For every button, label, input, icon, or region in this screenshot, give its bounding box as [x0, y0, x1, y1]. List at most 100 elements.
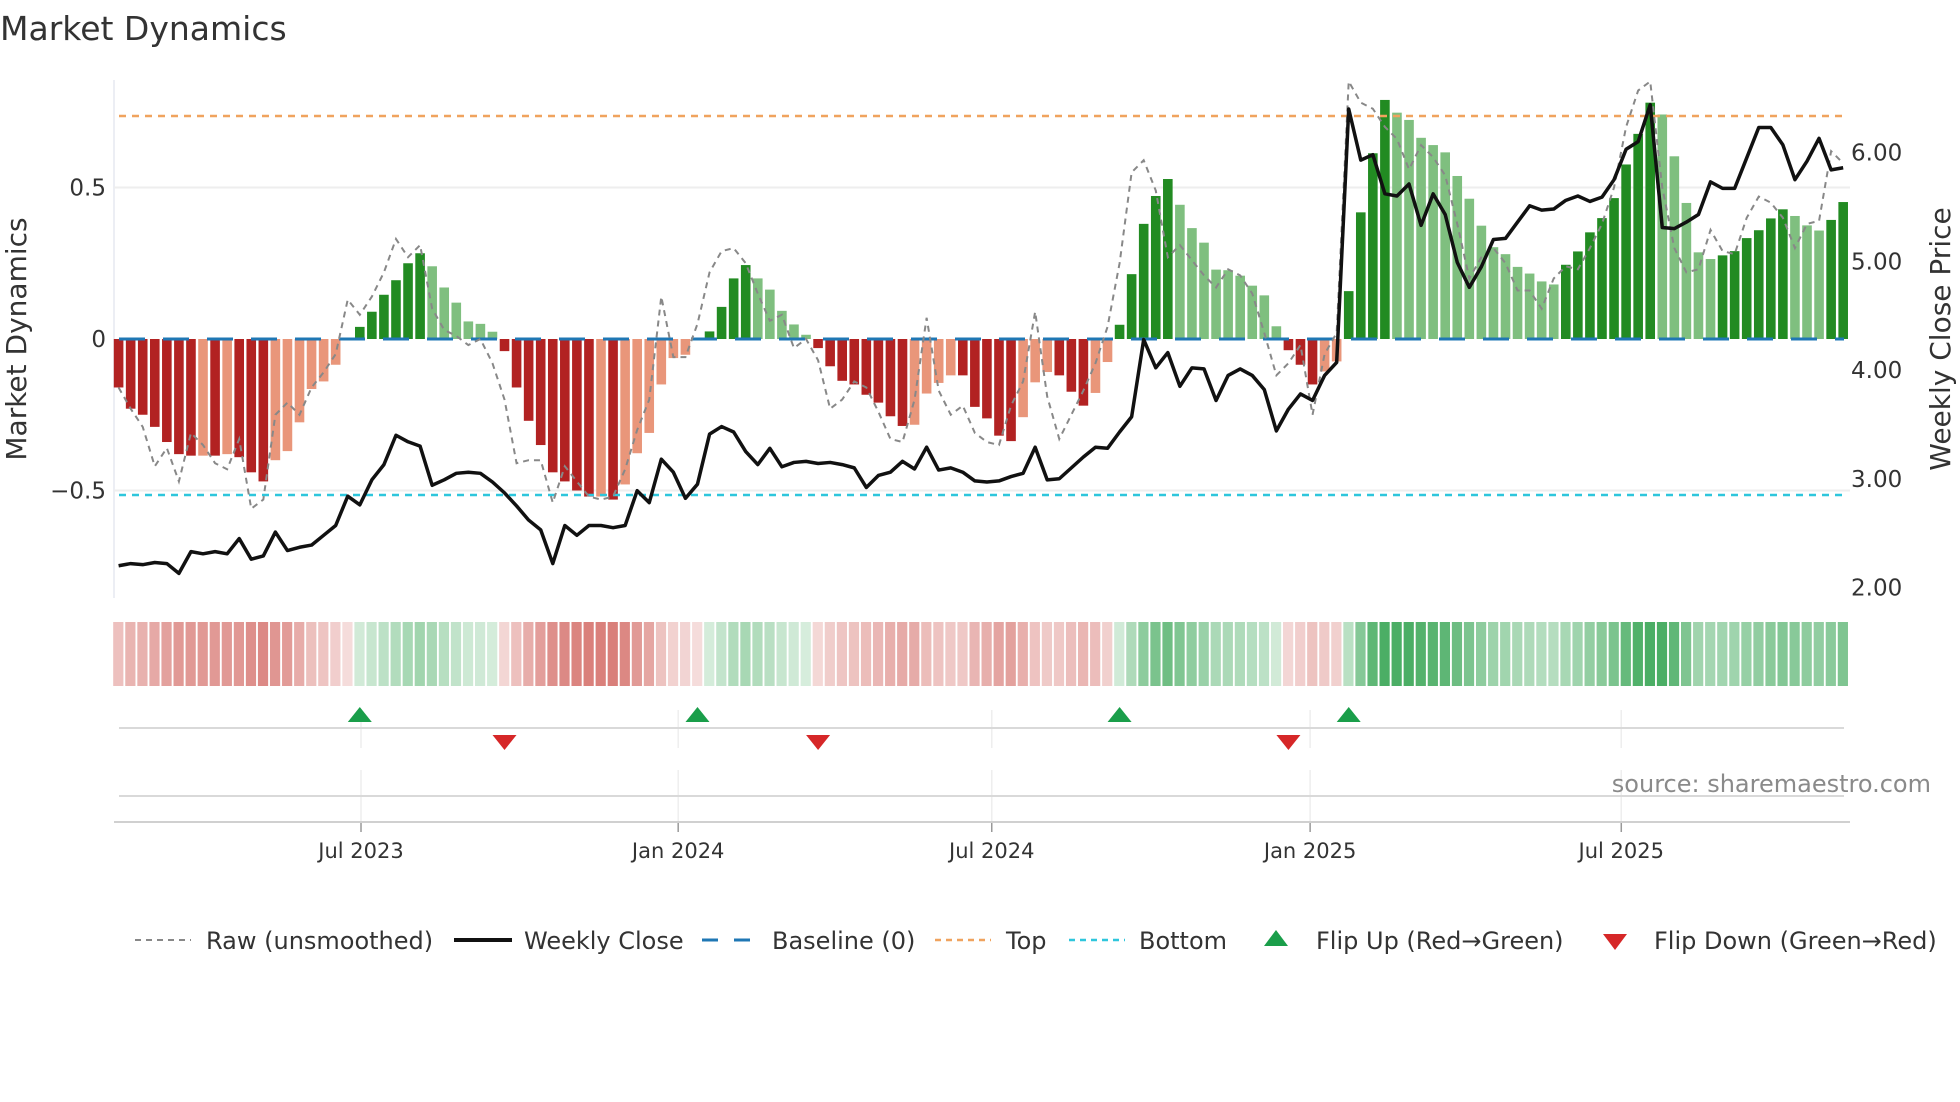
dynamics-bar	[427, 266, 437, 339]
dynamics-bar	[475, 323, 486, 339]
regime-cell	[1813, 622, 1824, 686]
regime-cell	[354, 622, 365, 686]
dynamics-bar	[511, 339, 522, 388]
dynamics-bar	[246, 339, 257, 473]
regime-cell	[583, 622, 594, 686]
regime-cell	[1246, 622, 1258, 686]
dynamics-bar	[644, 339, 655, 433]
dynamics-bar	[656, 339, 667, 385]
dynamics-bar	[186, 339, 196, 456]
dynamics-bar	[258, 339, 269, 482]
regime-cell	[1439, 622, 1450, 686]
dynamics-bar	[1561, 264, 1571, 339]
flip-up-marker	[685, 707, 710, 722]
regime-cell	[692, 622, 703, 686]
legend-close-label: Weekly Close	[524, 927, 684, 955]
dynamics-bar	[572, 339, 582, 491]
y-axis-title: Market Dynamics	[0, 217, 33, 460]
dynamics-bar	[885, 339, 896, 417]
regime-cell	[173, 622, 184, 686]
dynamics-bar	[1163, 179, 1173, 339]
regime-cell	[643, 622, 655, 686]
flip-down-marker	[492, 735, 517, 750]
legend: Raw (unsmoothed) Weekly Close Baseline (…	[135, 927, 1937, 955]
flip-up-marker	[1107, 707, 1132, 722]
y-axis-right: 6.00 5.00 4.00 3.00 2.00	[1851, 141, 1902, 602]
dynamics-bar	[1006, 339, 1016, 442]
regime-cell	[1620, 622, 1631, 686]
y-tick-label: −0.5	[50, 479, 106, 505]
regime-cell	[1126, 622, 1137, 686]
dynamics-bar	[499, 339, 510, 352]
regime-cell	[137, 622, 148, 686]
x-axis: Jul 2023 Jan 2024 Jul 2024 Jan 2025 Jul …	[316, 839, 1664, 863]
regime-cell	[1427, 622, 1438, 686]
x-tick-label: Jul 2024	[947, 839, 1034, 863]
x-tick-label: Jul 2025	[1577, 839, 1664, 863]
dynamics-bar	[1802, 225, 1812, 339]
dynamics-bar	[1826, 219, 1836, 339]
regime-cell	[245, 622, 257, 686]
dynamics-bar	[1102, 339, 1113, 363]
regime-cell	[438, 622, 450, 686]
dynamics-bar	[1259, 295, 1270, 339]
regime-cell	[233, 622, 244, 686]
dynamics-bar	[620, 339, 630, 485]
regime-cell	[1234, 622, 1245, 686]
regime-cell	[655, 622, 667, 686]
regime-cell	[378, 622, 389, 686]
flip-up-marker	[1336, 707, 1361, 722]
regime-cell	[1644, 622, 1656, 686]
regime-cell	[1210, 622, 1221, 686]
series-lines	[117, 77, 1844, 576]
dynamics-bar	[523, 339, 534, 421]
dynamics-bar	[1187, 228, 1197, 339]
dynamics-bar	[1524, 273, 1535, 339]
dynamics-bar	[837, 339, 847, 381]
legend-bottom-label: Bottom	[1139, 927, 1227, 955]
dynamics-bar	[1307, 339, 1318, 385]
legend-flip-up-icon	[1264, 930, 1288, 946]
dynamics-bar	[728, 278, 739, 339]
regime-cell	[209, 622, 220, 686]
regime-cell	[1078, 622, 1089, 686]
regime-cell	[330, 622, 341, 686]
dynamics-bar	[535, 339, 546, 446]
legend-top-label: Top	[1005, 927, 1047, 955]
legend-raw-label: Raw (unsmoothed)	[206, 927, 433, 955]
regime-cell	[1102, 622, 1113, 686]
regime-cell	[1017, 622, 1028, 686]
regime-cell	[969, 622, 980, 686]
regime-cell	[776, 622, 787, 686]
regime-cell	[487, 622, 498, 686]
regime-cell	[1825, 622, 1836, 686]
regime-cell	[1572, 622, 1583, 686]
y2-tick-label: 3.00	[1851, 467, 1902, 493]
dynamics-bar	[1380, 99, 1390, 339]
regime-cell	[511, 622, 522, 686]
regime-cell	[559, 622, 570, 686]
regime-cell	[945, 622, 956, 686]
dynamics-bar	[1078, 339, 1089, 406]
y-tick-label: 0.5	[69, 176, 106, 202]
regime-cell	[1753, 622, 1764, 686]
regime-cell	[1705, 622, 1716, 686]
dynamics-bar	[608, 339, 618, 500]
regime-cell	[1524, 622, 1535, 686]
regime-cell	[1041, 622, 1053, 686]
dynamics-bar	[740, 265, 751, 339]
regime-cell	[1451, 622, 1463, 686]
regime-cell	[1403, 622, 1414, 686]
regime-cell	[836, 622, 847, 686]
regime-cell	[342, 622, 353, 686]
regime-cell	[1258, 622, 1270, 686]
dynamics-bar	[873, 339, 884, 403]
y-tick-label: 0	[91, 327, 106, 353]
dynamics-bar	[330, 339, 341, 365]
regime-cell	[824, 622, 835, 686]
regime-cell	[462, 622, 474, 686]
dynamics-bar	[1500, 254, 1511, 339]
dynamics-bar	[1476, 225, 1487, 339]
regime-cell	[1548, 622, 1559, 686]
regime-cell	[1114, 622, 1125, 686]
